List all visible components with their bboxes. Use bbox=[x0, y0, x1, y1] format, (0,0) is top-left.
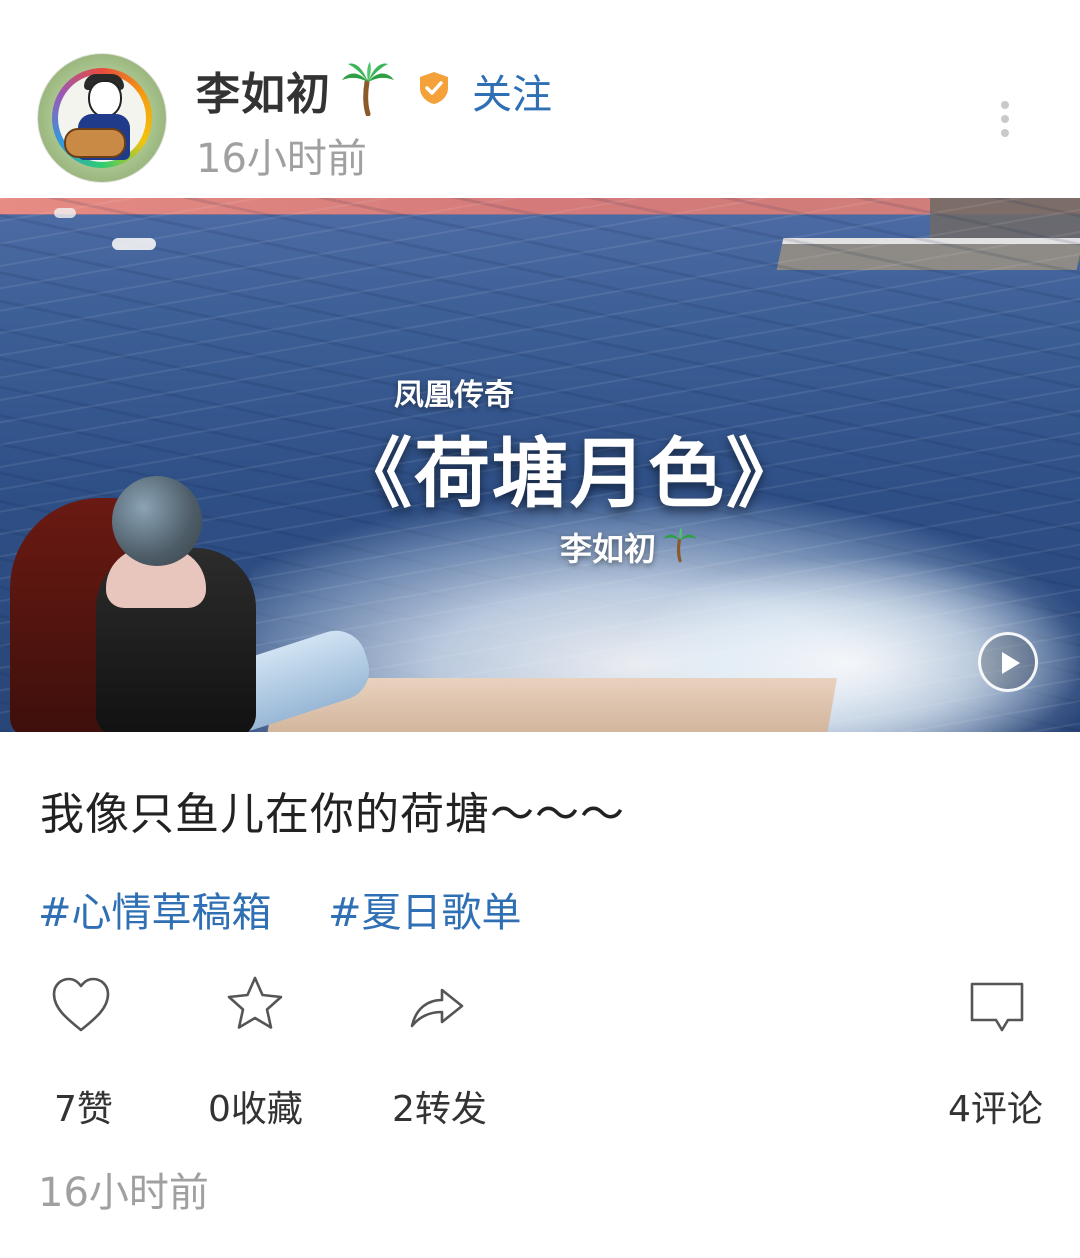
author-name[interactable]: 李如初 bbox=[196, 58, 331, 122]
follow-button[interactable]: 关注 bbox=[472, 62, 552, 120]
video-artist: 李如初 bbox=[560, 530, 657, 568]
heart-outline-icon[interactable] bbox=[46, 970, 116, 1040]
more-dot bbox=[1001, 101, 1009, 109]
video-title-overlay: 凤凰传奇 《荷塘月色》 李如初 bbox=[0, 198, 1080, 732]
like-count[interactable]: 7赞 bbox=[54, 1080, 113, 1132]
video-title: 《荷塘月色》 bbox=[336, 429, 804, 518]
topic-tag[interactable]: #心情草稿箱 bbox=[38, 880, 272, 938]
comment-count[interactable]: 4评论 bbox=[948, 1080, 1043, 1132]
palm-tree-icon bbox=[342, 62, 394, 116]
favorite-count[interactable]: 0收藏 bbox=[208, 1080, 303, 1132]
post-time: 16小时前 bbox=[196, 136, 367, 182]
more-dot bbox=[1001, 129, 1009, 137]
verified-badge-icon bbox=[420, 72, 448, 104]
palm-tree-icon bbox=[663, 527, 697, 563]
play-icon bbox=[1002, 652, 1020, 674]
video-subtitle: 凤凰传奇 bbox=[394, 378, 514, 413]
share-icon[interactable] bbox=[402, 970, 472, 1040]
play-button[interactable] bbox=[978, 632, 1038, 692]
more-vertical-icon[interactable] bbox=[990, 98, 1020, 138]
avatar-head bbox=[88, 80, 122, 118]
star-outline-icon[interactable] bbox=[220, 970, 290, 1040]
author-avatar[interactable] bbox=[38, 54, 166, 182]
share-count[interactable]: 2转发 bbox=[392, 1080, 487, 1132]
video-thumbnail[interactable]: 凤凰传奇 《荷塘月色》 李如初 bbox=[0, 198, 1080, 732]
footer-timestamp: 16小时前 bbox=[38, 1170, 209, 1216]
avatar-guitar bbox=[64, 128, 126, 158]
comment-icon[interactable] bbox=[962, 970, 1032, 1040]
topic-tag[interactable]: #夏日歌单 bbox=[328, 880, 522, 938]
post-caption: 我像只鱼儿在你的荷塘～～～ bbox=[40, 789, 625, 840]
more-dot bbox=[1001, 115, 1009, 123]
